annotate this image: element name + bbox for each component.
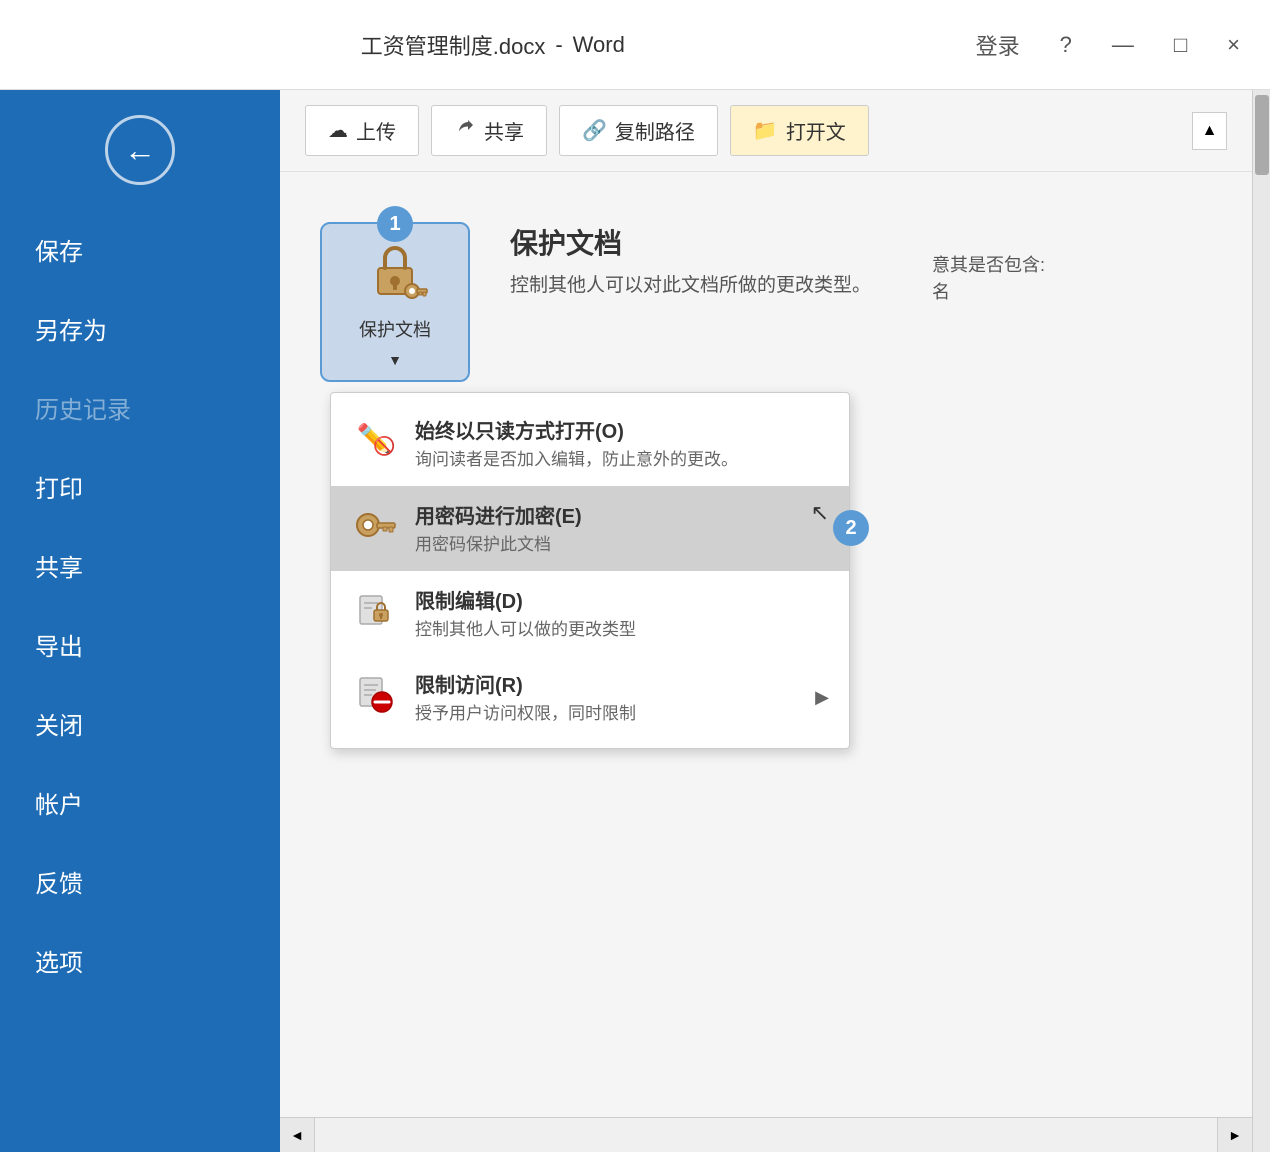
minimize-button[interactable]: —	[1102, 27, 1144, 63]
scroll-up-icon: ▲	[1202, 122, 1218, 140]
readonly-desc: 询问读者是否加入编辑，防止意外的更改。	[415, 448, 829, 472]
dropdown-arrow: ▼	[388, 352, 402, 368]
info-section: 1	[280, 172, 1252, 412]
menu-item-restrict-access[interactable]: 限制访问(R) 授予用户访问权限，同时限制 ▶	[331, 655, 849, 740]
toolbar-scroll-up[interactable]: ▲	[1192, 112, 1227, 150]
badge-1: 1	[377, 206, 413, 242]
bottom-scroll-left[interactable]: ◄	[280, 1118, 315, 1152]
right-info-panel: 意其是否包含: 名	[932, 252, 1212, 306]
encrypt-title: 用密码进行加密(E)	[415, 500, 783, 529]
copy-path-button[interactable]: 🔗 复制路径	[559, 105, 718, 156]
restore-button[interactable]: □	[1164, 27, 1197, 63]
protect-description: 控制其他人可以对此文档所做的更改类型。	[510, 272, 871, 301]
upload-icon: ☁	[328, 118, 348, 143]
menu-item-encrypt[interactable]: 用密码进行加密(E) 用密码保护此文档 ↖ 2	[331, 486, 849, 571]
encrypt-desc: 用密码保护此文档	[415, 533, 783, 557]
menu-item-restrict-edit[interactable]: 限制编辑(D) 控制其他人可以做的更改类型	[331, 571, 849, 656]
sidebar-item-options[interactable]: 选项	[0, 921, 280, 1000]
sidebar-item-close[interactable]: 关闭	[0, 684, 280, 763]
sidebar: ← 保存 另存为 历史记录 打印 共享 导出 关闭 帐户 反馈 选	[0, 90, 280, 1152]
restrict-edit-title: 限制编辑(D)	[415, 585, 829, 614]
restrict-access-desc: 授予用户访问权限，同时限制	[415, 702, 797, 726]
sidebar-item-account[interactable]: 帐户	[0, 763, 280, 842]
submenu-arrow-icon: ▶	[815, 687, 829, 708]
right-scrollbar[interactable]	[1252, 90, 1270, 1152]
share-icon	[454, 117, 476, 145]
sidebar-item-feedback[interactable]: 反馈	[0, 842, 280, 921]
menu-item-readonly[interactable]: ✏️ 🚫 始终以只读方式打开(O) 询问读者是否加入编辑，防止意外的更改。	[331, 401, 849, 486]
scrollbar-thumb	[1255, 95, 1269, 175]
readonly-title: 始终以只读方式打开(O)	[415, 415, 829, 444]
bottom-scroll-right[interactable]: ►	[1217, 1118, 1252, 1152]
help-button[interactable]: ?	[1050, 27, 1082, 63]
toolbar: ☁ 上传 共享 🔗 复制路径 📁 打开文 ▲	[280, 90, 1252, 172]
app-name: Word	[573, 32, 625, 58]
bottom-bar: ◄ ►	[280, 1117, 1252, 1152]
share-button[interactable]: 共享	[431, 105, 547, 156]
right-info-text: 意其是否包含:	[932, 252, 1212, 279]
protect-document-button[interactable]: 1	[320, 222, 470, 382]
doc-no-icon	[351, 669, 397, 715]
open-file-button[interactable]: 📁 打开文	[730, 105, 869, 156]
filename-label: 工资管理制度.docx	[361, 29, 546, 61]
titlebar-title: 工资管理制度.docx - Word	[20, 29, 966, 61]
readonly-icon: ✏️ 🚫	[351, 415, 397, 461]
upload-button[interactable]: ☁ 上传	[305, 105, 419, 156]
protect-dropdown-menu: ✏️ 🚫 始终以只读方式打开(O) 询问读者是否加入编辑，防止意外的更改。	[330, 392, 850, 749]
sidebar-item-export[interactable]: 导出	[0, 605, 280, 684]
protect-lock-icon	[360, 236, 430, 306]
link-icon: 🔗	[582, 118, 607, 143]
back-arrow-icon: ←	[124, 132, 156, 169]
restrict-edit-desc: 控制其他人可以做的更改类型	[415, 618, 829, 642]
protect-title: 保护文档	[510, 222, 871, 262]
main-container: ← 保存 另存为 历史记录 打印 共享 导出 关闭 帐户 反馈 选	[0, 90, 1270, 1152]
titlebar: 工资管理制度.docx - Word 登录 ? — □ ×	[0, 0, 1270, 90]
badge-2: 2	[833, 510, 869, 546]
sidebar-back-area: ←	[0, 90, 280, 210]
sidebar-item-save-as[interactable]: 另存为	[0, 289, 280, 368]
cursor-icon: ↖	[811, 500, 829, 526]
sidebar-item-print[interactable]: 打印	[0, 447, 280, 526]
titlebar-controls: 登录 ? — □ ×	[966, 24, 1250, 66]
separator: -	[555, 32, 562, 58]
restrict-access-title: 限制访问(R)	[415, 669, 797, 698]
back-button[interactable]: ←	[105, 115, 175, 185]
key-icon	[351, 500, 397, 546]
protect-info: 保护文档 控制其他人可以对此文档所做的更改类型。	[510, 222, 871, 301]
restrict-access-menu-text: 限制访问(R) 授予用户访问权限，同时限制	[415, 669, 797, 726]
login-button[interactable]: 登录	[966, 24, 1030, 66]
close-button[interactable]: ×	[1217, 27, 1250, 63]
content-area: ☁ 上传 共享 🔗 复制路径 📁 打开文 ▲	[280, 90, 1252, 1152]
right-arrow-icon: ►	[1228, 1127, 1242, 1143]
doc-lock-icon	[351, 585, 397, 631]
sidebar-item-history: 历史记录	[0, 368, 280, 447]
protect-button-label: 保护文档	[359, 316, 431, 342]
right-info-item: 名	[932, 279, 1212, 306]
sidebar-item-save[interactable]: 保存	[0, 210, 280, 289]
restrict-edit-menu-text: 限制编辑(D) 控制其他人可以做的更改类型	[415, 585, 829, 642]
folder-icon: 📁	[753, 118, 778, 143]
left-arrow-icon: ◄	[290, 1127, 304, 1143]
readonly-menu-text: 始终以只读方式打开(O) 询问读者是否加入编辑，防止意外的更改。	[415, 415, 829, 472]
sidebar-item-share[interactable]: 共享	[0, 526, 280, 605]
encrypt-menu-text: 用密码进行加密(E) 用密码保护此文档	[415, 500, 783, 557]
